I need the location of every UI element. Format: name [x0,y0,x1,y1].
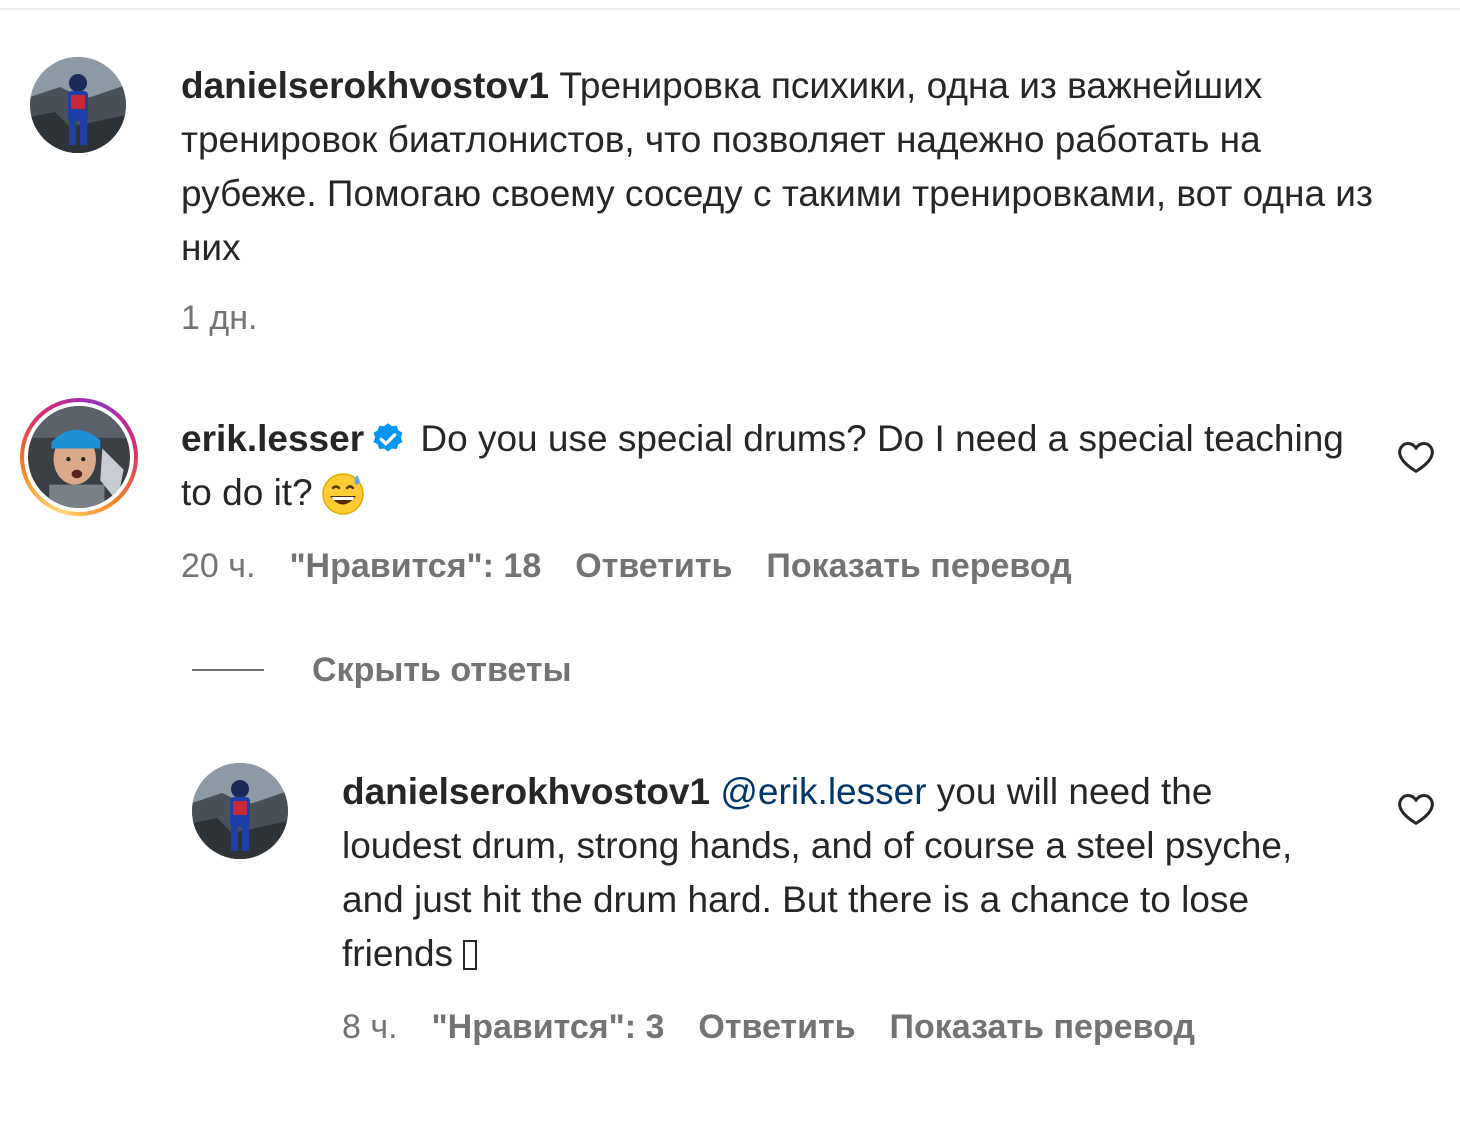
heart-icon[interactable] [1396,789,1436,829]
verified-badge-icon [373,423,403,452]
missing-glyph-icon [463,940,478,970]
avatar [28,406,130,508]
comment: erik.lesser Do you use special drums? Do… [181,412,1361,520]
reply-comment: danielserokhvostov1 @erik.lesser you wil… [342,765,1332,981]
person-avatar-icon [28,406,130,508]
avatar-story-ring[interactable] [20,398,138,516]
mention-link[interactable]: @erik.lesser [720,771,926,812]
show-translation-button[interactable]: Показать перевод [890,1008,1195,1046]
show-translation-button[interactable]: Показать перевод [766,547,1071,585]
hide-replies-button[interactable]: Скрыть ответы [192,650,572,690]
hide-replies-label: Скрыть ответы [312,650,572,689]
reply-username[interactable]: danielserokhvostov1 [342,771,710,812]
reply-time[interactable]: 8 ч. [342,1008,398,1046]
likes-count[interactable]: "Нравится": 3 [432,1008,665,1046]
likes-count[interactable]: "Нравится": 18 [289,547,541,585]
top-divider [0,0,1460,10]
avatar[interactable] [192,763,288,859]
comment-time[interactable]: 1 дн. [181,299,257,337]
comment-meta: 1 дн. [181,298,291,338]
comment-caption: danielserokhvostov1 Тренировка психики, … [181,59,1401,275]
comment-meta: 20 ч. "Нравится": 18 Ответить Показать пере… [181,546,1106,586]
reply-button[interactable]: Ответить [698,1008,855,1046]
comment-username[interactable]: erik.lesser [181,418,364,459]
avatar[interactable] [30,57,126,153]
comment-username[interactable]: danielserokhvostov1 [181,65,549,106]
skier-avatar-icon [192,763,288,859]
heart-icon[interactable] [1396,437,1436,477]
replies-divider-line [192,669,264,671]
reply-button[interactable]: Ответить [575,547,732,585]
grinning-face-with-sweat-icon [321,473,364,515]
skier-avatar-icon [30,57,126,153]
reply-meta: 8 ч. "Нравится": 3 Ответить Показать перево… [342,1007,1229,1047]
comment-time[interactable]: 20 ч. [181,547,255,585]
